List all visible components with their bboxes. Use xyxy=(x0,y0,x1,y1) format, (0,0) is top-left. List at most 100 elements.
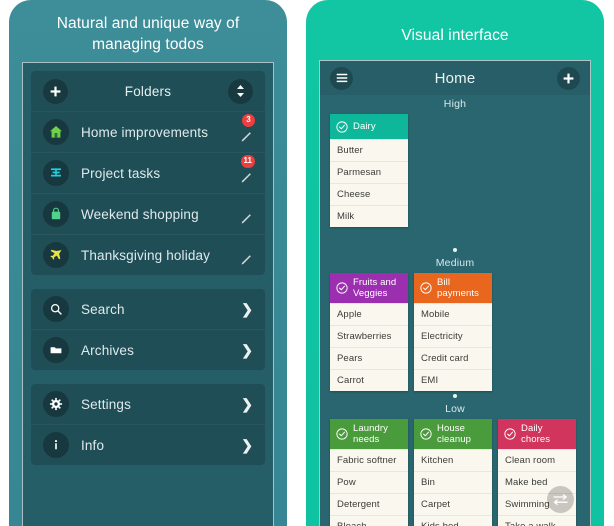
left-promo-line1: Natural and unique way of xyxy=(56,15,240,32)
card-item[interactable]: Kids bed xyxy=(414,515,492,526)
card-item[interactable]: Fabric softner xyxy=(330,449,408,471)
left-phone-frame: Natural and unique way of managing todos xyxy=(9,0,287,526)
task-card[interactable]: Dairy Butter Parmesan Cheese Milk xyxy=(330,114,408,227)
card-item[interactable]: Parmesan xyxy=(330,161,408,183)
sidebar-item-settings[interactable]: Settings ❯ xyxy=(31,384,265,425)
sidebar-item-label: Project tasks xyxy=(81,165,161,181)
card-item[interactable]: Bin xyxy=(414,471,492,493)
card-header: Dairy xyxy=(330,114,408,139)
sidebar-item-info[interactable]: Info ❯ xyxy=(31,425,265,465)
card-item[interactable]: Pears xyxy=(330,347,408,369)
card-item[interactable]: Credit card xyxy=(414,347,492,369)
sidebar-item-home-improvements[interactable]: Home improvements 3 xyxy=(31,112,265,153)
card-item[interactable]: Electricity xyxy=(414,325,492,347)
card-item[interactable]: Bleach xyxy=(330,515,408,526)
sidebar-item-project-tasks[interactable]: Project tasks 11 xyxy=(31,153,265,194)
chevron-right-icon: ❯ xyxy=(241,301,253,317)
sidebar-item-label: Archives xyxy=(81,342,134,358)
sort-folders-button[interactable] xyxy=(228,78,253,104)
home-icon-wrap xyxy=(43,119,69,145)
folders-title: Folders xyxy=(124,83,172,99)
card-header: Laundry needs xyxy=(330,419,408,449)
info-icon-wrap xyxy=(43,432,69,458)
card-item[interactable]: Mobile xyxy=(414,303,492,325)
priority-label-high: High xyxy=(443,98,467,110)
section-dot xyxy=(453,248,457,252)
tasks-icon-wrap xyxy=(43,160,69,186)
search-icon xyxy=(50,303,62,315)
folders-header: Folders xyxy=(31,71,265,112)
left-screenshot-panel: Natural and unique way of managing todos xyxy=(0,0,296,526)
home-icon xyxy=(50,126,62,138)
task-card[interactable]: Bill payments Mobile Electricity Credit … xyxy=(414,273,492,391)
edit-pencil-icon[interactable] xyxy=(238,212,253,227)
card-title: Daily chores xyxy=(521,423,551,445)
filter-sort-button[interactable] xyxy=(547,486,574,513)
plus-icon xyxy=(563,73,574,83)
search-icon-wrap xyxy=(43,296,69,322)
folder-row-actions xyxy=(238,207,253,223)
priority-label-medium: Medium xyxy=(435,257,475,269)
shopping-bag-icon-wrap xyxy=(43,201,69,227)
nav-row-actions: ❯ xyxy=(241,438,253,452)
sidebar-item-label: Search xyxy=(81,301,125,317)
sidebar-item-label: Settings xyxy=(81,396,131,412)
left-promo-line2: managing todos xyxy=(92,36,204,53)
task-card[interactable]: Fruits and Veggies Apple Strawberries Pe… xyxy=(330,273,408,391)
edit-pencil-icon[interactable] xyxy=(238,171,253,186)
card-item[interactable]: Take a walk xyxy=(498,515,576,526)
check-circle-icon xyxy=(504,428,516,440)
left-phone-screen: Folders Home improvements 3 Project task… xyxy=(22,62,274,526)
card-header: House cleanup xyxy=(414,419,492,449)
add-card-button[interactable] xyxy=(557,66,580,90)
airplane-icon-wrap xyxy=(43,242,69,268)
app-topbar: Home xyxy=(320,61,590,95)
info-icon xyxy=(54,440,58,450)
card-item[interactable]: Clean room xyxy=(498,449,576,471)
chevron-right-icon: ❯ xyxy=(241,342,253,358)
gear-icon-wrap xyxy=(43,391,69,417)
nav-row-actions: ❯ xyxy=(241,397,253,411)
card-item[interactable]: Carrot xyxy=(330,369,408,391)
airplane-icon xyxy=(50,249,62,260)
card-item[interactable]: Strawberries xyxy=(330,325,408,347)
sidebar-item-weekend-shopping[interactable]: Weekend shopping xyxy=(31,194,265,235)
card-item[interactable]: Butter xyxy=(330,139,408,161)
sidebar: Folders Home improvements 3 Project task… xyxy=(23,63,273,465)
card-header: Daily chores xyxy=(498,419,576,449)
add-folder-button[interactable] xyxy=(43,78,68,104)
sidebar-item-thanksgiving-holiday[interactable]: Thanksgiving holiday xyxy=(31,235,265,275)
nav-row-actions: ❯ xyxy=(241,343,253,357)
chevron-right-icon: ❯ xyxy=(241,396,253,412)
sidebar-item-search[interactable]: Search ❯ xyxy=(31,289,265,330)
card-item[interactable]: EMI xyxy=(414,369,492,391)
section-dot xyxy=(453,394,457,398)
task-card[interactable]: House cleanup Kitchen Bin Carpet Kids be… xyxy=(414,419,492,526)
task-card[interactable]: Laundry needs Fabric softner Pow Deterge… xyxy=(330,419,408,526)
card-item[interactable]: Detergent xyxy=(330,493,408,515)
card-item[interactable]: Pow xyxy=(330,471,408,493)
edit-pencil-icon[interactable] xyxy=(238,253,253,268)
card-item[interactable]: Milk xyxy=(330,205,408,227)
card-item[interactable]: Apple xyxy=(330,303,408,325)
left-promo-text: Natural and unique way of managing todos xyxy=(9,0,287,55)
right-promo-text: Visual interface xyxy=(306,0,604,46)
chevron-up-down-icon xyxy=(237,85,244,97)
sidebar-item-label: Thanksgiving holiday xyxy=(81,247,211,263)
card-item[interactable]: Carpet xyxy=(414,493,492,515)
hamburger-menu-button[interactable] xyxy=(330,66,353,90)
filter-sort-icon xyxy=(553,494,568,506)
shopping-bag-icon xyxy=(51,207,61,220)
priority-row-low: Laundry needs Fabric softner Pow Deterge… xyxy=(320,419,590,526)
app-store-screenshots: Natural and unique way of managing todos xyxy=(0,0,614,526)
check-circle-icon xyxy=(336,428,348,440)
sidebar-item-archives[interactable]: Archives ❯ xyxy=(31,330,265,370)
card-item[interactable]: Kitchen xyxy=(414,449,492,471)
folder-icon-wrap xyxy=(43,337,69,363)
right-phone-frame: Visual interface Home High Dairy Butter … xyxy=(306,0,604,526)
check-circle-icon xyxy=(336,120,348,133)
edit-pencil-icon[interactable] xyxy=(238,130,253,145)
folder-row-actions: 3 xyxy=(238,113,255,141)
card-item[interactable]: Cheese xyxy=(330,183,408,205)
unread-badge: 11 xyxy=(240,154,255,168)
